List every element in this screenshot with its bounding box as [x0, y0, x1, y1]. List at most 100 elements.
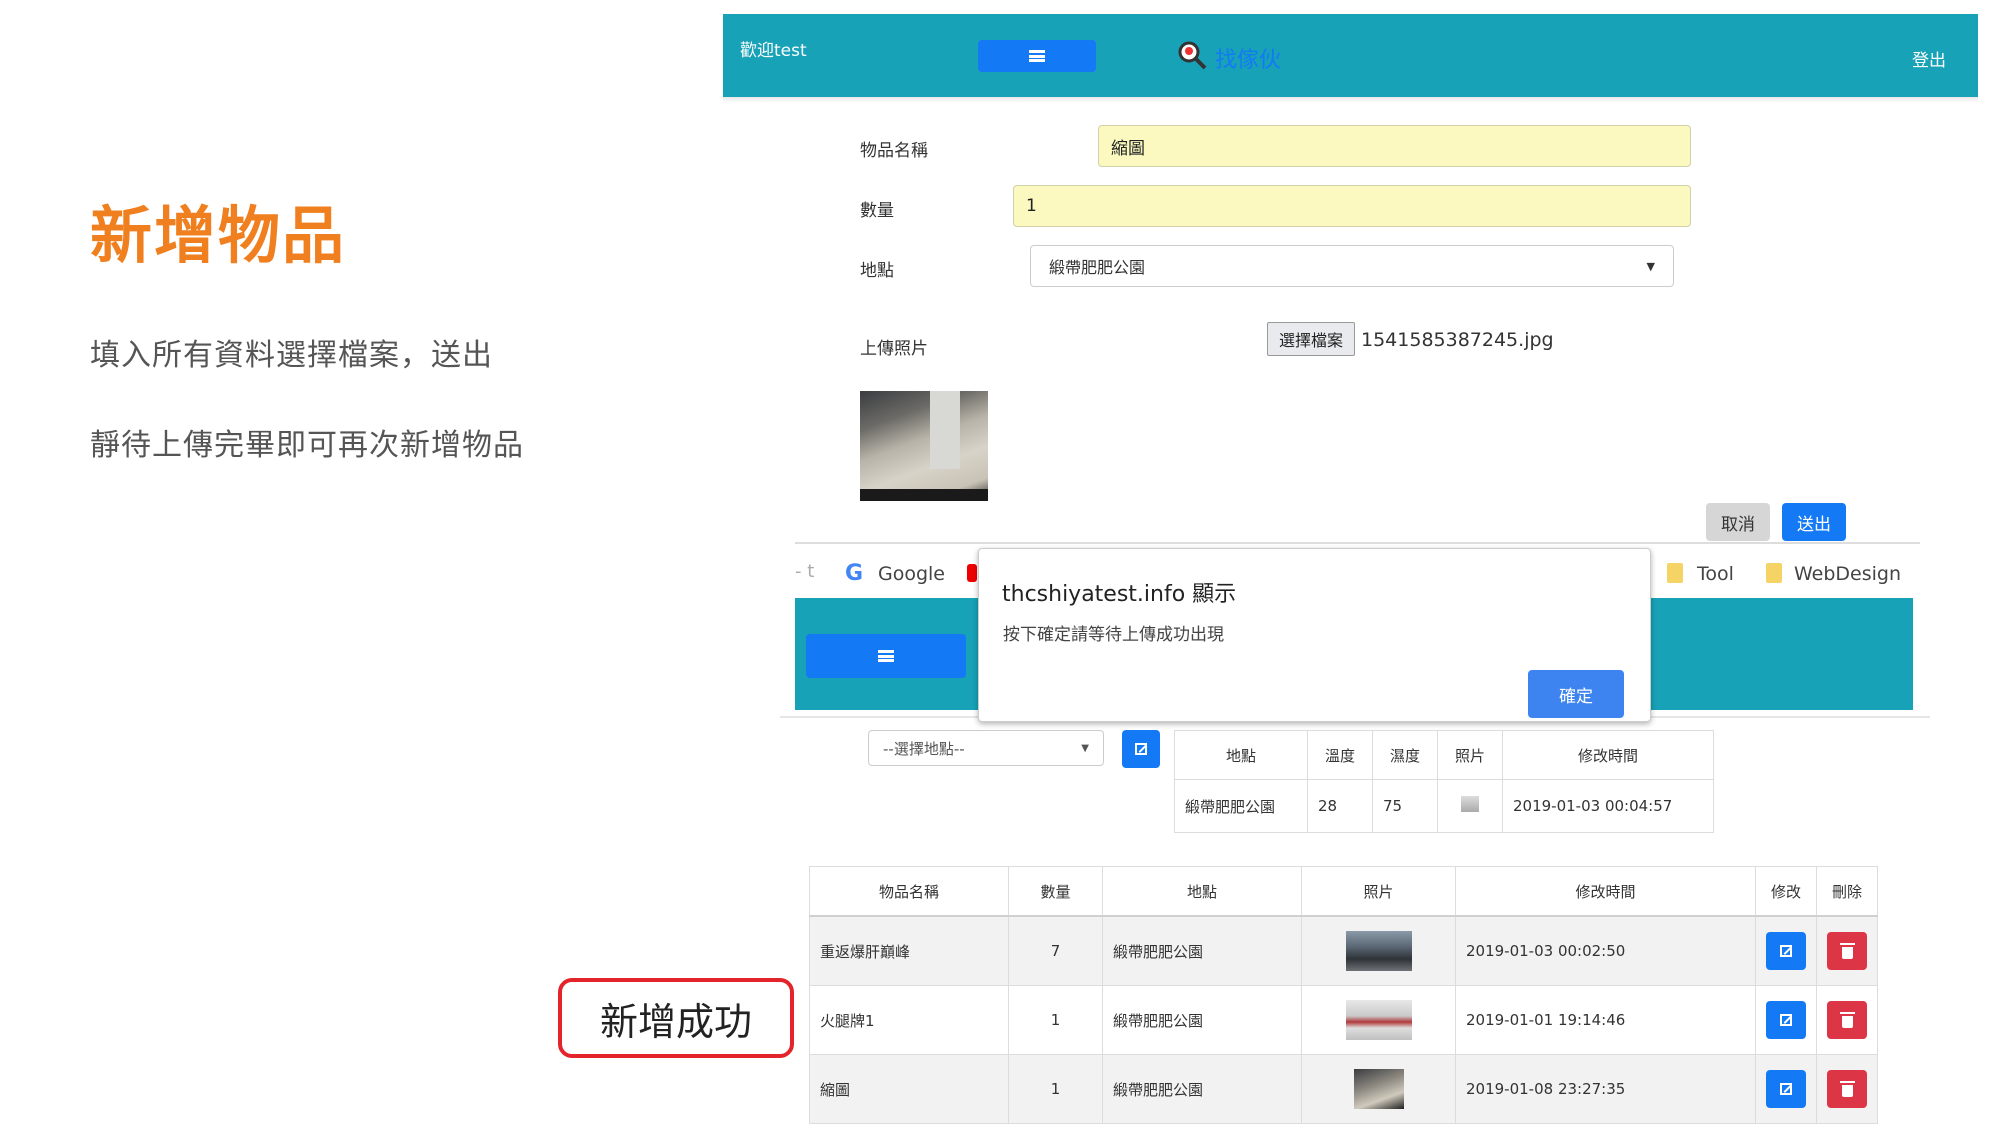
welcome-text: 歡迎test — [740, 41, 807, 61]
bookmark-webdesign[interactable]: WebDesign — [1794, 563, 1901, 585]
item-place: 緞帶肥肥公園 — [1102, 1054, 1302, 1124]
magnifier-logo-icon — [1177, 40, 1207, 70]
hamburger-icon — [878, 650, 894, 662]
slide-title: 新增物品 — [90, 199, 347, 272]
item-qty: 7 — [1008, 915, 1103, 986]
google-icon: G — [845, 561, 864, 586]
edit-button[interactable] — [1766, 1001, 1806, 1039]
column-header: 地點 — [1102, 866, 1302, 917]
environment-table: 地點 溫度 濕度 照片 修改時間 緞帶肥肥公園 28 75 2019-01-03… — [1174, 730, 1714, 833]
selected-file-name: 1541585387245.jpg — [1361, 329, 1554, 351]
table-row: 縮圖 1 緞帶肥肥公園 2019-01-08 23:27:35 — [809, 1054, 1878, 1124]
alert-message: 按下確定請等待上傳成功出現 — [1003, 625, 1224, 645]
photo-thumbnail[interactable] — [1345, 1000, 1412, 1040]
column-header: 照片 — [1301, 866, 1456, 917]
item-time: 2019-01-08 23:27:35 — [1455, 1054, 1756, 1124]
table-row: 重返爆肝巔峰 7 緞帶肥肥公園 2019-01-03 00:02:50 — [809, 915, 1878, 986]
item-qty: 1 — [1008, 985, 1103, 1055]
column-header: 地點 — [1174, 730, 1308, 780]
trash-icon — [1839, 1080, 1855, 1097]
delete-button[interactable] — [1827, 932, 1867, 970]
column-header: 數量 — [1008, 866, 1103, 917]
place-select-value: 緞帶肥肥公園 — [1049, 258, 1146, 277]
delete-button[interactable] — [1827, 1070, 1867, 1108]
trash-icon — [1839, 942, 1855, 959]
delete-button[interactable] — [1827, 1001, 1867, 1039]
alert-title: thcshiyatest.info 顯示 — [1002, 582, 1237, 607]
item-qty: 1 — [1008, 1054, 1103, 1124]
column-header: 照片 — [1437, 730, 1503, 780]
item-name: 縮圖 — [809, 1054, 1009, 1124]
item-place: 緞帶肥肥公園 — [1102, 985, 1302, 1055]
upload-label: 上傳照片 — [860, 339, 928, 359]
name-label: 物品名稱 — [860, 141, 928, 161]
item-name: 重返爆肝巔峰 — [809, 915, 1009, 986]
column-header: 溫度 — [1307, 730, 1373, 780]
item-place: 緞帶肥肥公園 — [1102, 915, 1302, 986]
column-header: 修改 — [1755, 866, 1817, 917]
location-filter-select[interactable]: --選擇地點-- ▼ — [868, 730, 1104, 766]
location-filter-placeholder: --選擇地點-- — [883, 739, 965, 758]
youtube-icon[interactable] — [967, 564, 977, 582]
env-place: 緞帶肥肥公園 — [1174, 779, 1308, 833]
success-callout: 新增成功 — [558, 978, 794, 1058]
folder-icon — [1766, 563, 1782, 583]
env-time: 2019-01-03 00:04:57 — [1502, 779, 1714, 833]
quantity-input[interactable]: 1 — [1013, 185, 1691, 227]
place-select[interactable]: 緞帶肥肥公園 ▼ — [1030, 245, 1674, 287]
item-time: 2019-01-01 19:14:46 — [1455, 985, 1756, 1055]
brand-name[interactable]: 找傢伙 — [1215, 42, 1281, 74]
photo-thumbnail[interactable] — [1353, 1069, 1404, 1109]
bookmark-truncated[interactable]: - t — [795, 561, 814, 582]
item-photo — [1301, 985, 1456, 1055]
env-photo — [1437, 779, 1503, 833]
photo-thumbnail[interactable] — [1461, 796, 1479, 812]
item-time: 2019-01-03 00:02:50 — [1455, 915, 1756, 986]
menu-toggle-button[interactable] — [978, 40, 1096, 72]
choose-file-button[interactable]: 選擇檔案 — [1267, 322, 1355, 356]
item-photo — [1301, 915, 1456, 986]
column-header: 刪除 — [1816, 866, 1878, 917]
edit-icon — [1780, 1014, 1792, 1026]
items-table: 物品名稱 數量 地點 照片 修改時間 修改 刪除 重返爆肝巔峰 7 緞帶肥肥公園… — [809, 866, 1878, 1124]
item-photo — [1301, 1054, 1456, 1124]
navbar-divider — [723, 97, 1978, 103]
edit-icon — [1135, 743, 1147, 755]
edit-button[interactable] — [1766, 932, 1806, 970]
item-name-input[interactable]: 縮圖 — [1098, 125, 1691, 167]
slide-instruction-1: 填入所有資料選擇檔案，送出 — [90, 338, 493, 373]
folder-icon — [1667, 563, 1683, 583]
table-row: 緞帶肥肥公園 28 75 2019-01-03 00:04:57 — [1174, 779, 1714, 833]
column-header: 物品名稱 — [809, 866, 1009, 917]
column-header: 修改時間 — [1455, 866, 1756, 917]
dropdown-arrow-icon: ▼ — [1081, 742, 1089, 754]
cancel-button[interactable]: 取消 — [1706, 503, 1770, 541]
env-humidity: 75 — [1372, 779, 1438, 833]
submit-button[interactable]: 送出 — [1782, 503, 1846, 541]
bookmark-google[interactable]: Google — [878, 563, 945, 585]
dropdown-arrow-icon: ▼ — [1646, 259, 1655, 273]
slide-instruction-2: 靜待上傳完畢即可再次新增物品 — [90, 428, 524, 463]
alert-ok-button[interactable]: 確定 — [1528, 670, 1624, 718]
table-header-row: 物品名稱 數量 地點 照片 修改時間 修改 刪除 — [809, 866, 1878, 917]
quantity-label: 數量 — [860, 201, 894, 221]
app-navbar — [723, 14, 1978, 97]
photo-thumbnail[interactable] — [1345, 931, 1412, 971]
column-header: 濕度 — [1372, 730, 1438, 780]
edit-icon — [1780, 945, 1792, 957]
bookmark-tool[interactable]: Tool — [1697, 563, 1734, 585]
edit-button[interactable] — [1766, 1070, 1806, 1108]
item-name: 火腿牌1 — [809, 985, 1009, 1055]
screenshot-divider — [795, 542, 1920, 544]
table-row: 火腿牌1 1 緞帶肥肥公園 2019-01-01 19:14:46 — [809, 985, 1878, 1055]
photo-preview — [860, 391, 988, 501]
trash-icon — [1839, 1011, 1855, 1028]
place-label: 地點 — [860, 261, 894, 281]
logout-link[interactable]: 登出 — [1912, 46, 1946, 71]
edit-icon — [1780, 1083, 1792, 1095]
edit-location-button[interactable] — [1122, 730, 1160, 768]
env-temperature: 28 — [1307, 779, 1373, 833]
table-header-row: 地點 溫度 濕度 照片 修改時間 — [1174, 730, 1714, 780]
hamburger-icon — [1029, 50, 1045, 62]
menu-toggle-button-2[interactable] — [806, 634, 966, 678]
